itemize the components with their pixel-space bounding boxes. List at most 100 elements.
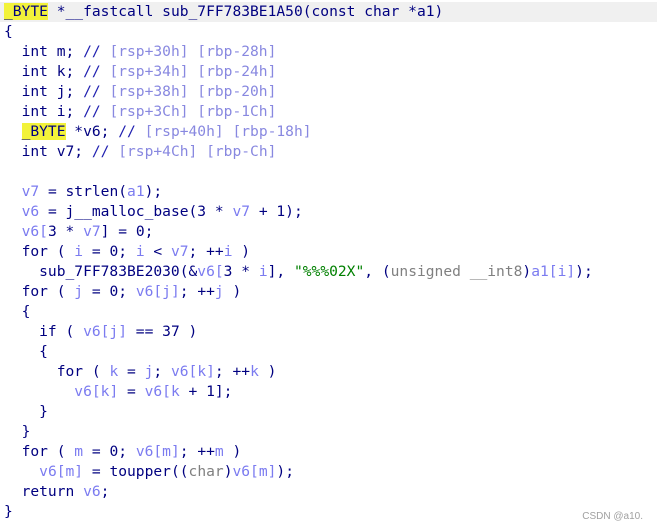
string-literal-token: "%%%02X" bbox=[293, 263, 365, 280]
code-line[interactable]: int m; // [rsp+30h] [rbp-28h] bbox=[0, 42, 657, 62]
variable-token[interactable]: v7 bbox=[22, 183, 40, 200]
code-line[interactable]: } bbox=[0, 402, 657, 422]
variable-token[interactable]: v6[j] bbox=[136, 283, 180, 300]
variable-token[interactable]: v6[k] bbox=[74, 383, 118, 400]
code-token: int m; bbox=[4, 43, 84, 60]
code-line[interactable]: v6[k] = v6[k + 1]; bbox=[0, 382, 657, 402]
variable-token[interactable]: a1[i] bbox=[531, 263, 575, 280]
variable-token[interactable]: v6[m] bbox=[136, 443, 180, 460]
variable-token[interactable]: k bbox=[250, 363, 259, 380]
comment-token: [rsp+30h] [rbp-28h] bbox=[109, 43, 277, 60]
code-token: ; bbox=[153, 363, 171, 380]
code-token: ; bbox=[100, 483, 110, 500]
highlighted-type-token[interactable]: _BYTE bbox=[4, 3, 48, 20]
code-line[interactable]: { bbox=[0, 342, 657, 362]
variable-token[interactable]: v6 bbox=[22, 203, 40, 220]
watermark: CSDN @a10. bbox=[582, 511, 643, 522]
code-line[interactable]: _BYTE *v6; // [rsp+40h] [rbp-18h] bbox=[0, 122, 657, 142]
code-token: sub_7FF783BE2030(& bbox=[4, 263, 198, 280]
pseudocode-view[interactable]: _BYTE *__fastcall sub_7FF783BE1A50(const… bbox=[0, 2, 657, 522]
code-line[interactable]: for ( i = 0; i < v7; ++i ) bbox=[0, 242, 657, 262]
comment-token: [rsp+4Ch] [rbp-Ch] bbox=[118, 143, 277, 160]
code-line[interactable]: sub_7FF783BE2030(&v6[3 * i], "%%%02X", (… bbox=[0, 262, 657, 282]
variable-token[interactable]: v7 bbox=[83, 223, 101, 240]
code-token: for ( bbox=[4, 363, 110, 380]
code-token: return bbox=[4, 483, 84, 500]
code-line[interactable]: } bbox=[0, 422, 657, 442]
code-line[interactable]: int v7; // [rsp+4Ch] [rbp-Ch] bbox=[0, 142, 657, 162]
code-line[interactable]: for ( j = 0; v6[j]; ++j ) bbox=[0, 282, 657, 302]
comment-token: // bbox=[83, 43, 110, 60]
code-token: = j__malloc_base(3 * bbox=[39, 203, 233, 220]
code-token: == 37 ) bbox=[127, 323, 198, 340]
comment-token: // bbox=[83, 83, 110, 100]
variable-token[interactable]: j bbox=[74, 283, 83, 300]
code-token: ) bbox=[522, 263, 532, 280]
variable-token[interactable]: v6[k] bbox=[171, 363, 215, 380]
variable-token[interactable]: m bbox=[74, 443, 83, 460]
code-line[interactable]: int j; // [rsp+38h] [rbp-20h] bbox=[0, 82, 657, 102]
variable-token[interactable]: m bbox=[215, 443, 224, 460]
comment-token: // bbox=[83, 103, 110, 120]
code-line[interactable]: { bbox=[0, 302, 657, 322]
code-token: ); bbox=[276, 463, 294, 480]
code-token: ], bbox=[267, 263, 294, 280]
code-token: = toupper(( bbox=[83, 463, 189, 480]
variable-token[interactable]: k bbox=[109, 363, 118, 380]
code-line[interactable]: int i; // [rsp+3Ch] [rbp-1Ch] bbox=[0, 102, 657, 122]
code-token: = 0; bbox=[83, 443, 136, 460]
code-line[interactable]: v6[3 * v7] = 0; bbox=[0, 222, 657, 242]
variable-token[interactable]: a1 bbox=[127, 183, 145, 200]
comment-token: [rsp+38h] [rbp-20h] bbox=[109, 83, 277, 100]
code-token: unsigned __int8 bbox=[390, 263, 523, 280]
variable-token[interactable]: v6[ bbox=[22, 223, 48, 240]
variable-token[interactable]: v6 bbox=[83, 483, 101, 500]
comment-token: // bbox=[83, 63, 110, 80]
code-token: int i; bbox=[4, 103, 84, 120]
code-line[interactable] bbox=[0, 162, 657, 182]
code-line[interactable]: return v6; bbox=[0, 482, 657, 502]
code-token: = bbox=[118, 383, 145, 400]
code-token: ); bbox=[575, 263, 593, 280]
code-line[interactable]: v6[m] = toupper((char)v6[m]); bbox=[0, 462, 657, 482]
code-line[interactable]: v7 = strlen(a1); bbox=[0, 182, 657, 202]
code-token: , ( bbox=[364, 263, 391, 280]
variable-token[interactable]: i bbox=[224, 243, 233, 260]
code-token: int k; bbox=[4, 63, 84, 80]
code-line[interactable]: for ( k = j; v6[k]; ++k ) bbox=[0, 362, 657, 382]
code-token: ) bbox=[232, 243, 251, 260]
code-line[interactable]: for ( m = 0; v6[m]; ++m ) bbox=[0, 442, 657, 462]
variable-token[interactable]: v6[m] bbox=[232, 463, 276, 480]
highlighted-type-token[interactable]: _BYTE bbox=[21, 123, 66, 140]
variable-token[interactable]: i bbox=[74, 243, 83, 260]
code-token: = bbox=[118, 363, 145, 380]
code-token: } bbox=[4, 403, 48, 420]
variable-token[interactable]: v7 bbox=[232, 203, 250, 220]
variable-token[interactable]: v6[k bbox=[145, 383, 180, 400]
variable-token[interactable]: v6[m] bbox=[39, 463, 83, 480]
code-line[interactable]: v6 = j__malloc_base(3 * v7 + 1); bbox=[0, 202, 657, 222]
variable-token[interactable]: i bbox=[259, 263, 268, 280]
variable-token[interactable]: i bbox=[136, 243, 145, 260]
function-signature-line[interactable]: _BYTE *__fastcall sub_7FF783BE1A50(const… bbox=[0, 2, 657, 22]
code-line[interactable]: { bbox=[0, 22, 657, 42]
code-line[interactable]: if ( v6[j] == 37 ) bbox=[0, 322, 657, 342]
code-token: + 1]; bbox=[179, 383, 233, 400]
variable-token[interactable]: v6[ bbox=[197, 263, 223, 280]
code-line[interactable]: } bbox=[0, 502, 657, 522]
code-line[interactable]: int k; // [rsp+34h] [rbp-24h] bbox=[0, 62, 657, 82]
code-token: = 0; bbox=[83, 243, 136, 260]
code-token: < bbox=[144, 243, 171, 260]
code-token: ; ++ bbox=[179, 443, 215, 460]
comment-token: [rsp+40h] [rbp-18h] bbox=[144, 123, 312, 140]
variable-token[interactable]: v7 bbox=[171, 243, 189, 260]
code-token: int v7; bbox=[4, 143, 92, 160]
variable-token[interactable]: j bbox=[215, 283, 224, 300]
code-token: ); bbox=[144, 183, 163, 200]
code-token: for ( bbox=[4, 443, 75, 460]
variable-token[interactable]: v6[j] bbox=[83, 323, 127, 340]
